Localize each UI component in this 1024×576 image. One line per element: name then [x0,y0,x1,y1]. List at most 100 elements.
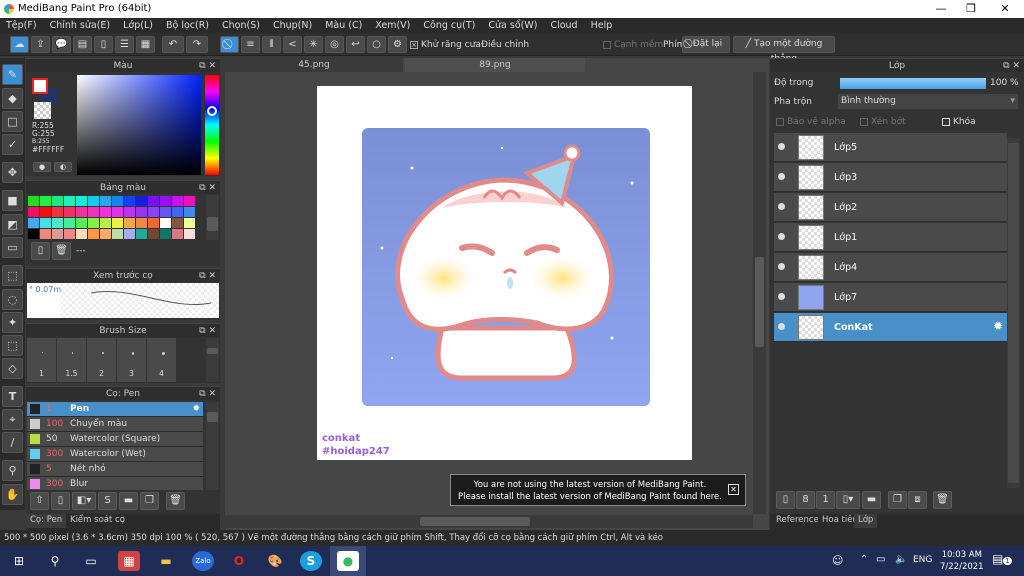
palette-swatch[interactable] [64,218,75,228]
search-icon[interactable]: ⚲ [44,551,66,571]
menu-item[interactable]: Chọn(S) [216,18,267,33]
palette-swatch[interactable] [40,229,51,239]
clipping-checkbox[interactable]: Xén bớt [860,117,906,127]
hand-tool-icon[interactable]: ✋ [2,484,23,505]
make-line-button[interactable]: ╱ Tạo một đường thẳng [733,36,835,64]
redo-button[interactable]: ↷ [186,36,208,53]
palette-swatch[interactable] [160,196,171,206]
menu-item[interactable]: Xem(V) [369,18,417,33]
brush-size-option[interactable]: 4 [147,338,176,382]
rectangle-tool-icon[interactable]: □ [2,111,23,132]
reset-button[interactable]: ⃠ Đặt lại [682,36,730,53]
palette-swatch[interactable] [28,207,39,217]
palette-swatch[interactable] [100,207,111,217]
palette-swatch[interactable] [136,218,147,228]
layer-folder-button[interactable]: ▬ [862,491,881,509]
menu-item[interactable]: Help [585,18,620,33]
new-brush-button[interactable]: ▯ [51,492,70,510]
palette-swatch[interactable] [76,207,87,217]
hue-handle[interactable] [207,106,217,116]
app-icon[interactable]: ▦ [118,551,140,571]
tab-document-89[interactable]: 89.png [405,58,585,72]
list-button[interactable]: ☰ [115,36,134,53]
share-button[interactable]: ⇪ [31,36,50,53]
bucket-tool-icon[interactable]: ◩ [2,214,23,235]
lock-checkbox[interactable]: Khóa [942,117,976,127]
palette-swatch[interactable] [184,218,195,228]
brush-size-option[interactable]: 3 [117,338,146,382]
eyedropper-icon[interactable]: ⚲ [2,460,23,481]
palette-swatch[interactable] [112,207,123,217]
gradient-tool-icon[interactable]: ▭ [2,237,23,258]
new-1bit-layer-button[interactable]: 1 [816,491,835,509]
dot-tool-icon[interactable]: ✓ [2,134,23,155]
palette-swatch[interactable] [40,207,51,217]
grid-button[interactable]: ▦ [136,36,155,53]
palette-swatch[interactable] [64,207,75,217]
panel-close-icon[interactable]: ⧉ ✕ [199,324,216,338]
tab-layer[interactable]: Lớp [854,514,878,528]
palette-swatch[interactable] [124,196,135,206]
layer-row[interactable]: Lớp1 [774,223,1007,252]
panel-close-icon[interactable]: ⧉ ✕ [1003,59,1020,73]
medibang-taskbar-button[interactable]: ● [330,546,366,576]
palette-swatch[interactable] [28,218,39,228]
skype-icon[interactable]: S [300,551,322,571]
vertical-scrollbar[interactable] [753,72,766,514]
move-tool-icon[interactable]: ✥ [2,162,23,183]
palette-swatch[interactable] [136,229,147,239]
color-swap-button[interactable]: ◐ [54,162,72,172]
duplicate-layer-button[interactable]: ❐ [888,491,907,509]
task-view-icon[interactable]: ▭ [80,551,102,571]
new-8bit-layer-button[interactable]: 8 [796,491,815,509]
palette-swatch[interactable] [52,196,63,206]
brush-item[interactable]: 1 Pen ✹ [27,402,203,417]
vertical-snap-icon[interactable]: ⦀ [262,36,281,53]
foreground-color-swatch[interactable] [32,78,48,94]
palette-swatch[interactable] [112,196,123,206]
palette-swatch[interactable] [52,207,63,217]
palette-swatch[interactable] [148,229,159,239]
palette-swatch[interactable] [40,196,51,206]
undo-button[interactable]: ↶ [162,36,184,53]
brush-size-option[interactable]: 1.5 [57,338,86,382]
palette-swatch[interactable] [172,229,183,239]
palette-swatch[interactable] [136,207,147,217]
panel-close-icon[interactable]: ⧉ ✕ [199,181,216,195]
palette-swatch[interactable] [124,218,135,228]
menu-item[interactable]: Chụp(N) [267,18,319,33]
perspective-snap-icon[interactable]: < [283,36,302,53]
palette-swatch[interactable] [148,218,159,228]
panel-close-icon[interactable]: ⧉ ✕ [199,269,216,283]
tab-brush[interactable]: Cọ: Pen [26,514,67,528]
language-indicator[interactable]: ENG [913,555,932,565]
panel-close-icon[interactable]: ⧉ ✕ [199,59,216,73]
brush-size-option[interactable]: 1 [27,338,56,382]
people-icon[interactable]: ☺ [832,554,843,567]
brush-item[interactable]: 5 Nét nhỏ [27,462,203,477]
parallel-snap-icon[interactable]: ≡ [241,36,260,53]
delete-palette-button[interactable]: 🗑 [52,242,71,260]
menu-item[interactable]: Màu (C) [319,18,369,33]
close-button[interactable]: ✕ [990,2,1020,15]
clock[interactable]: 10:03 AM 7/22/2021 [940,549,984,573]
palette-swatch[interactable] [28,229,39,239]
script-brush-button[interactable]: S [98,492,117,510]
layer-row[interactable]: Lớp5 [774,133,1007,162]
select-tool-icon[interactable]: ⬚ [2,265,23,286]
palette-swatch[interactable] [100,196,111,206]
palette-swatch[interactable] [52,218,63,228]
curve-snap-icon[interactable]: ↩ [346,36,365,53]
tab-reference[interactable]: Reference [772,514,823,528]
palette-swatch[interactable] [64,229,75,239]
palette-swatch[interactable] [124,229,135,239]
brush-size-option[interactable]: 2 [87,338,116,382]
operation-tool-icon[interactable]: ⌖ [2,409,23,430]
palette-swatch[interactable] [184,229,195,239]
delete-layer-button[interactable]: 🗑 [933,491,952,509]
update-notification[interactable]: You are not using the latest version of … [450,474,746,506]
layer-row[interactable]: ConKat ✹ [774,313,1007,342]
layer-scrollbar[interactable] [1007,138,1020,488]
snap-settings-icon[interactable]: ⚙ [388,36,407,53]
palette-swatch[interactable] [112,218,123,228]
